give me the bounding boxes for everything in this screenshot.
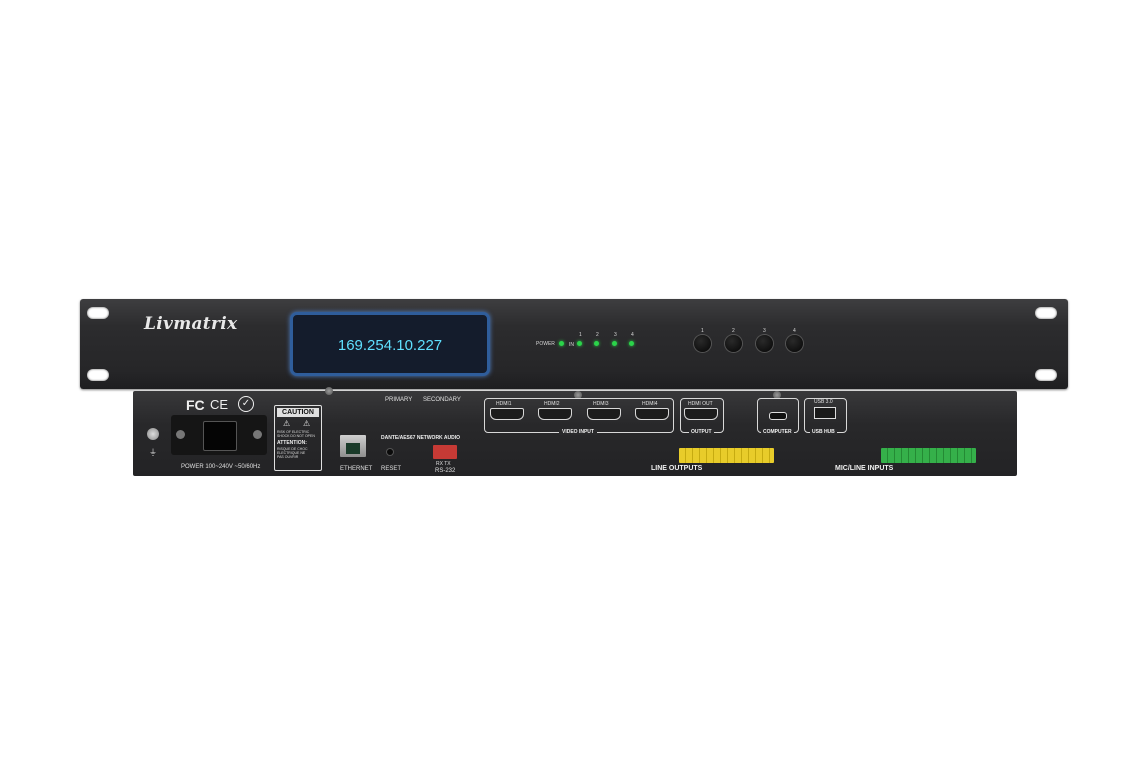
rack-ear-hole (1035, 307, 1057, 319)
usb-version-label: USB 3.0 (814, 399, 833, 405)
power-led (559, 341, 564, 346)
hdmi4-label: HDMI4 (642, 401, 658, 407)
hdmi3-port[interactable] (587, 408, 621, 420)
screw (253, 430, 262, 439)
attention-title: ATTENTION: (277, 440, 307, 446)
rs232-terminal[interactable] (433, 445, 457, 459)
input-led-2 (594, 341, 599, 346)
reset-button[interactable] (387, 449, 393, 455)
rs232-label: RS-232 (435, 468, 456, 474)
screw (325, 387, 333, 395)
ip-display: 169.254.10.227 (290, 312, 490, 376)
hdmi1-port[interactable] (490, 408, 524, 420)
caution-text: RISK OF ELECTRIC SHOCK DO NOT OPEN (277, 430, 315, 438)
input-led-1 (577, 341, 582, 346)
ground-screw-icon (147, 428, 159, 440)
hdmi1-label: HDMI1 (496, 401, 512, 407)
power-rating-label: POWER 100~240V ~50/60Hz (181, 464, 261, 470)
reset-label: RESET (381, 466, 402, 472)
in-label: IN (569, 342, 574, 348)
attention-text: RISQUE DE CHOC ELECTRIQUE NE PAS OUVRIR (277, 447, 308, 459)
fc-mark: FC (186, 397, 205, 413)
led-number: 2 (596, 332, 599, 338)
hdmi3-label: HDMI3 (593, 401, 609, 407)
front-panel: Livmatrix 169.254.10.227 POWER IN 1 2 3 … (80, 299, 1068, 389)
hdmi2-label: HDMI2 (544, 401, 560, 407)
rj45-socket-icon (346, 443, 360, 454)
primary-label: PRIMARY (385, 397, 413, 403)
video-input-label: VIDEO INPUT (559, 429, 597, 435)
screw (176, 430, 185, 439)
hdmi-out-label: HDMI OUT (688, 401, 713, 407)
hdmi-out-port[interactable] (684, 408, 718, 420)
rack-ear-hole (87, 307, 109, 319)
input-button-2[interactable] (725, 335, 742, 352)
input-led-4 (629, 341, 634, 346)
hdmi2-port[interactable] (538, 408, 572, 420)
mic-line-inputs-label: MIC/LINE INPUTS (835, 465, 894, 472)
button-number: 2 (732, 328, 735, 334)
rear-panel: FC CE ✓ ⏚ POWER 100~240V ~50/60Hz CAUTIO… (133, 387, 1017, 476)
dante-label: DANTE/AES67 NETWORK AUDIO (381, 435, 460, 441)
input-button-1[interactable] (694, 335, 711, 352)
button-number: 4 (793, 328, 796, 334)
ethernet-label: ETHERNET (340, 466, 373, 472)
caution-title: CAUTION (277, 408, 319, 417)
caution-label-box: CAUTION ⚠ ⚠ RISK OF ELECTRIC SHOCK DO NO… (274, 405, 322, 471)
mic-line-inputs-terminal[interactable] (881, 448, 976, 463)
line-outputs-terminal[interactable] (679, 448, 774, 463)
warning-icon: ⚠ (303, 419, 311, 428)
computer-label: COMPUTER (761, 429, 794, 435)
line-outputs-label: LINE OUTPUTS (651, 465, 703, 472)
usb-a-port[interactable] (814, 407, 836, 419)
usb-c-port[interactable] (769, 412, 787, 420)
ground-symbol-icon: ⏚ (149, 448, 157, 457)
rack-ear-hole (1035, 369, 1057, 381)
brand-logo: Livmatrix (144, 314, 238, 334)
input-button-3[interactable] (756, 335, 773, 352)
usb-hub-label: USB HUB (810, 429, 837, 435)
led-number: 1 (579, 332, 582, 338)
power-inlet[interactable] (171, 415, 267, 455)
led-number: 3 (614, 332, 617, 338)
check-cert-icon: ✓ (238, 396, 254, 412)
input-led-3 (612, 341, 617, 346)
rack-ear-hole (87, 369, 109, 381)
ce-mark: CE (210, 397, 229, 412)
iec-socket-icon (203, 421, 237, 451)
hdmi4-port[interactable] (635, 408, 669, 420)
secondary-label: SECONDARY (423, 397, 461, 403)
input-button-4[interactable] (786, 335, 803, 352)
shock-warning-icon: ⚠ (283, 419, 291, 428)
button-number: 1 (701, 328, 704, 334)
power-label: POWER (536, 341, 555, 347)
button-number: 3 (763, 328, 766, 334)
led-number: 4 (631, 332, 634, 338)
output-label: OUTPUT (689, 429, 714, 435)
rs232-pins-label: RX TX (436, 461, 451, 467)
ethernet-port[interactable] (340, 435, 366, 457)
ip-address-text: 169.254.10.227 (337, 337, 443, 354)
